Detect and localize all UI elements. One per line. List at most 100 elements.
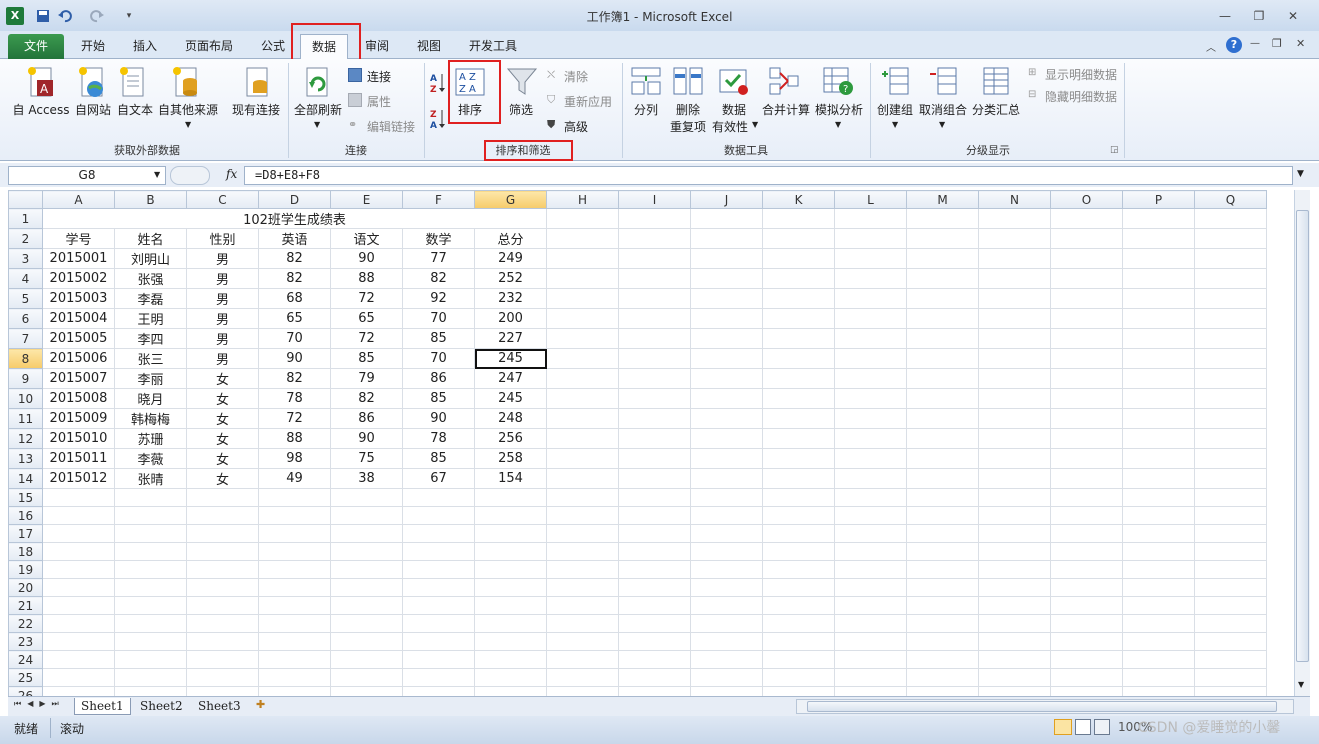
cell[interactable] <box>978 248 1051 269</box>
cell[interactable]: 85 <box>402 448 475 469</box>
cell[interactable] <box>1122 668 1195 687</box>
cell[interactable] <box>978 488 1051 507</box>
tab-review[interactable]: 审阅 <box>354 34 400 59</box>
ungroup-button[interactable]: 取消组合 <box>917 101 969 118</box>
cell[interactable] <box>1050 208 1123 229</box>
cell[interactable] <box>618 578 691 597</box>
cell[interactable] <box>1194 632 1267 651</box>
cell[interactable] <box>546 388 619 409</box>
cell[interactable] <box>834 686 907 696</box>
cell[interactable] <box>546 348 619 369</box>
cell[interactable] <box>1050 578 1123 597</box>
cell[interactable] <box>978 468 1051 489</box>
cell[interactable] <box>906 524 979 543</box>
from-web-button[interactable]: 自网站 <box>73 101 113 118</box>
cell[interactable] <box>42 578 115 597</box>
cell[interactable] <box>258 578 331 597</box>
cell[interactable] <box>1050 308 1123 329</box>
cell[interactable] <box>1194 578 1267 597</box>
cell[interactable] <box>834 408 907 429</box>
cell[interactable]: 2015006 <box>42 348 115 369</box>
cell[interactable]: 女 <box>186 408 259 429</box>
cell[interactable] <box>1194 668 1267 687</box>
cell[interactable] <box>906 686 979 696</box>
cell[interactable] <box>474 614 547 633</box>
cell[interactable] <box>1194 388 1267 409</box>
cell[interactable] <box>906 228 979 249</box>
cell[interactable] <box>1050 632 1123 651</box>
cell[interactable] <box>906 268 979 289</box>
cell[interactable]: 85 <box>402 328 475 349</box>
cell[interactable] <box>1122 328 1195 349</box>
column-header[interactable]: G <box>474 190 547 209</box>
tab-view[interactable]: 视图 <box>406 34 452 59</box>
from-text-button[interactable]: 自文本 <box>115 101 155 118</box>
cell[interactable] <box>186 632 259 651</box>
help-icon[interactable]: ? <box>1226 37 1242 53</box>
cell[interactable] <box>690 488 763 507</box>
cell[interactable]: 82 <box>330 388 403 409</box>
cell[interactable] <box>546 268 619 289</box>
cell[interactable]: 88 <box>258 428 331 449</box>
cell[interactable]: 男 <box>186 348 259 369</box>
column-header[interactable]: I <box>618 190 691 209</box>
cell[interactable] <box>474 632 547 651</box>
cell[interactable] <box>1050 468 1123 489</box>
cell[interactable]: 男 <box>186 288 259 309</box>
cell[interactable] <box>1194 288 1267 309</box>
cell[interactable] <box>1122 388 1195 409</box>
cell[interactable] <box>906 368 979 389</box>
cell[interactable] <box>906 650 979 669</box>
row-header[interactable]: 18 <box>8 542 43 561</box>
cell[interactable]: 98 <box>258 448 331 469</box>
cell[interactable]: 李磊 <box>114 288 187 309</box>
row-header[interactable]: 9 <box>8 368 43 389</box>
cell[interactable] <box>402 686 475 696</box>
column-header[interactable]: H <box>546 190 619 209</box>
cell[interactable] <box>402 650 475 669</box>
cell[interactable]: 77 <box>402 248 475 269</box>
page-layout-view-icon[interactable] <box>1075 719 1091 735</box>
cell[interactable] <box>906 542 979 561</box>
column-header[interactable]: A <box>42 190 115 209</box>
cell[interactable] <box>690 448 763 469</box>
cell[interactable] <box>618 288 691 309</box>
horizontal-scrollbar[interactable] <box>796 699 1294 714</box>
cell[interactable] <box>978 560 1051 579</box>
cell[interactable] <box>474 686 547 696</box>
cell[interactable] <box>1194 596 1267 615</box>
cell[interactable] <box>1194 560 1267 579</box>
row-header[interactable]: 25 <box>8 668 43 687</box>
cell[interactable]: 2015012 <box>42 468 115 489</box>
cell[interactable] <box>906 348 979 369</box>
cell[interactable] <box>834 428 907 449</box>
cell[interactable] <box>834 268 907 289</box>
cell[interactable] <box>978 268 1051 289</box>
row-header[interactable]: 23 <box>8 632 43 651</box>
cell[interactable] <box>1122 368 1195 389</box>
column-header[interactable]: J <box>690 190 763 209</box>
cell[interactable]: 2015009 <box>42 408 115 429</box>
cell[interactable] <box>1194 408 1267 429</box>
hide-detail-button[interactable]: 隐藏明细数据 <box>1045 88 1117 105</box>
cell[interactable] <box>1050 248 1123 269</box>
cell[interactable] <box>690 428 763 449</box>
cell[interactable]: 男 <box>186 328 259 349</box>
cell[interactable] <box>834 578 907 597</box>
collapse-ribbon-icon[interactable]: ︿ <box>1206 39 1216 54</box>
cell[interactable] <box>546 368 619 389</box>
cell[interactable] <box>1194 368 1267 389</box>
cell[interactable] <box>834 524 907 543</box>
cell[interactable] <box>1122 428 1195 449</box>
cell[interactable]: 2015001 <box>42 248 115 269</box>
cell[interactable] <box>762 488 835 507</box>
cell[interactable]: 2015008 <box>42 388 115 409</box>
cell[interactable] <box>978 308 1051 329</box>
properties-button[interactable]: 属性 <box>367 93 391 110</box>
cell[interactable] <box>402 596 475 615</box>
expand-formula-bar-icon[interactable]: ▼ <box>1297 169 1304 179</box>
cell[interactable] <box>546 506 619 525</box>
cell[interactable] <box>978 506 1051 525</box>
cell[interactable] <box>762 632 835 651</box>
cell[interactable]: 70 <box>402 348 475 369</box>
